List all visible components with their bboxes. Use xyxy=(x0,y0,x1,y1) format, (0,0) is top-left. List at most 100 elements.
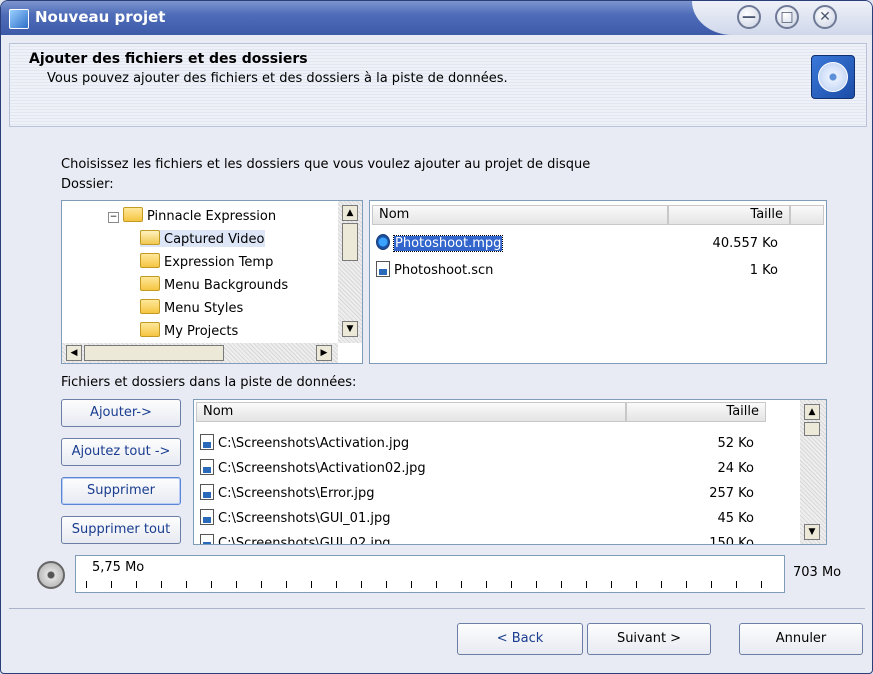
ruler-tick xyxy=(261,581,262,588)
ruler-tick xyxy=(86,581,87,588)
ruler-tick xyxy=(586,581,587,588)
track-row[interactable]: C:\Screenshots\Activation02.jpg xyxy=(200,459,426,476)
track-scroll-thumb[interactable] xyxy=(804,422,820,436)
add-button[interactable]: Ajouter-> xyxy=(61,399,181,427)
back-button[interactable]: < Back xyxy=(457,623,583,655)
track-size: 150 Ko xyxy=(709,536,754,545)
image-file-icon xyxy=(200,459,214,475)
ruler-tick xyxy=(111,581,112,588)
scroll-right-arrow-icon[interactable]: ▶ xyxy=(316,345,332,361)
folder-label: Dossier: xyxy=(61,177,114,192)
ruler-tick xyxy=(186,581,187,588)
data-track-list[interactable]: Nom Taille C:\Screenshots\Activation.jpg… xyxy=(193,399,827,545)
column-header-name[interactable]: Nom xyxy=(196,402,626,422)
track-size: 24 Ko xyxy=(717,461,754,476)
column-header-name[interactable]: Nom xyxy=(372,205,668,225)
tree-scroll-thumb[interactable] xyxy=(342,223,358,261)
folder-icon xyxy=(140,253,160,268)
cancel-button[interactable]: Annuler xyxy=(739,623,863,655)
header-title: Ajouter des fichiers et des dossiers xyxy=(29,51,308,67)
folder-icon xyxy=(140,299,160,314)
ruler-tick xyxy=(486,581,487,588)
wizard-window: Nouveau projet — □ ✕ Ajouter des fichier… xyxy=(0,0,873,674)
title-bar[interactable]: Nouveau projet — □ ✕ xyxy=(1,1,872,35)
scroll-down-arrow-icon[interactable]: ▼ xyxy=(804,524,820,540)
track-row[interactable]: C:\Screenshots\GUI_02.jpg xyxy=(200,534,390,544)
folder-icon xyxy=(140,276,160,291)
disc-icon xyxy=(811,55,855,99)
ruler-tick xyxy=(711,581,712,588)
folder-tree[interactable]: − Pinnacle Expression Captured Video Expr… xyxy=(61,200,363,364)
scroll-left-arrow-icon[interactable]: ◀ xyxy=(66,345,82,361)
column-header-filler xyxy=(790,205,824,225)
scroll-up-arrow-icon[interactable]: ▲ xyxy=(804,404,820,420)
add-all-button[interactable]: Ajoutez tout -> xyxy=(61,438,181,466)
track-size: 257 Ko xyxy=(709,486,754,501)
image-file-icon xyxy=(200,509,214,525)
ruler-tick xyxy=(436,581,437,588)
minimize-icon: — xyxy=(742,9,756,25)
file-list[interactable]: Nom Taille Photoshoot.mpg 40.557 Ko Phot… xyxy=(369,200,827,364)
ruler-tick xyxy=(611,581,612,588)
ruler-tick xyxy=(386,581,387,588)
tree-item-captured-video[interactable]: Captured Video xyxy=(140,230,265,247)
total-capacity: 703 Mo xyxy=(793,565,842,580)
collapse-icon[interactable]: − xyxy=(108,212,119,223)
image-file-icon xyxy=(200,484,214,500)
file-size: 40.557 Ko xyxy=(712,236,778,251)
remove-button[interactable]: Supprimer xyxy=(61,477,181,505)
ruler-tick xyxy=(686,581,687,588)
remove-all-button[interactable]: Supprimer tout xyxy=(61,516,181,544)
ruler-tick xyxy=(636,581,637,588)
minimize-button[interactable]: — xyxy=(737,5,761,29)
column-header-size[interactable]: Taille xyxy=(668,205,790,225)
ruler-tick xyxy=(136,581,137,588)
track-size: 45 Ko xyxy=(717,511,754,526)
file-row-photoshoot-scn[interactable]: Photoshoot.scn xyxy=(376,261,493,278)
folder-icon xyxy=(123,207,143,222)
ruler-tick xyxy=(361,581,362,588)
media-file-icon xyxy=(376,234,390,250)
ruler-tick xyxy=(761,581,762,588)
tree-item-pinnacle-expression[interactable]: − Pinnacle Expression xyxy=(108,207,276,224)
choose-instruction: Choisissez les fichiers et les dossiers … xyxy=(61,157,591,172)
disc-capacity-icon xyxy=(37,561,65,589)
app-icon xyxy=(9,9,29,29)
close-button[interactable]: ✕ xyxy=(813,5,837,29)
tree-item-menu-backgrounds[interactable]: Menu Backgrounds xyxy=(140,276,288,293)
scene-file-icon xyxy=(376,261,390,277)
ruler-tick xyxy=(311,581,312,588)
track-row[interactable]: C:\Screenshots\Error.jpg xyxy=(200,484,375,501)
image-file-icon xyxy=(200,534,214,544)
scroll-up-arrow-icon[interactable]: ▲ xyxy=(342,205,358,221)
track-size: 52 Ko xyxy=(717,436,754,451)
next-button[interactable]: Suivant > xyxy=(587,623,711,655)
open-folder-icon xyxy=(140,230,160,245)
ruler-tick xyxy=(336,581,337,588)
data-track-label: Fichiers et dossiers dans la piste de do… xyxy=(61,375,357,390)
scroll-down-arrow-icon[interactable]: ▼ xyxy=(342,321,358,337)
ruler-tick xyxy=(211,581,212,588)
used-capacity: 5,75 Mo xyxy=(92,560,145,575)
maximize-button[interactable]: □ xyxy=(775,5,799,29)
folder-icon xyxy=(140,322,160,337)
tree-item-menu-styles[interactable]: Menu Styles xyxy=(140,299,243,316)
file-size: 1 Ko xyxy=(749,263,778,278)
ruler-tick xyxy=(536,581,537,588)
file-row-photoshoot-mpg[interactable]: Photoshoot.mpg xyxy=(376,234,504,252)
track-row[interactable]: C:\Screenshots\GUI_01.jpg xyxy=(200,509,390,526)
close-icon: ✕ xyxy=(819,9,831,25)
column-header-size[interactable]: Taille xyxy=(626,402,766,422)
tree-hscroll-thumb[interactable] xyxy=(84,345,224,361)
track-row[interactable]: C:\Screenshots\Activation.jpg xyxy=(200,434,409,451)
ruler-tick xyxy=(736,581,737,588)
capacity-ruler: 5,75 Mo xyxy=(75,555,785,593)
ruler-tick xyxy=(286,581,287,588)
ruler-tick xyxy=(236,581,237,588)
ruler-tick xyxy=(661,581,662,588)
ruler-tick xyxy=(461,581,462,588)
ruler-tick xyxy=(511,581,512,588)
tree-item-expression-temp[interactable]: Expression Temp xyxy=(140,253,273,270)
tree-item-my-projects[interactable]: My Projects xyxy=(140,322,238,339)
ruler-tick xyxy=(561,581,562,588)
